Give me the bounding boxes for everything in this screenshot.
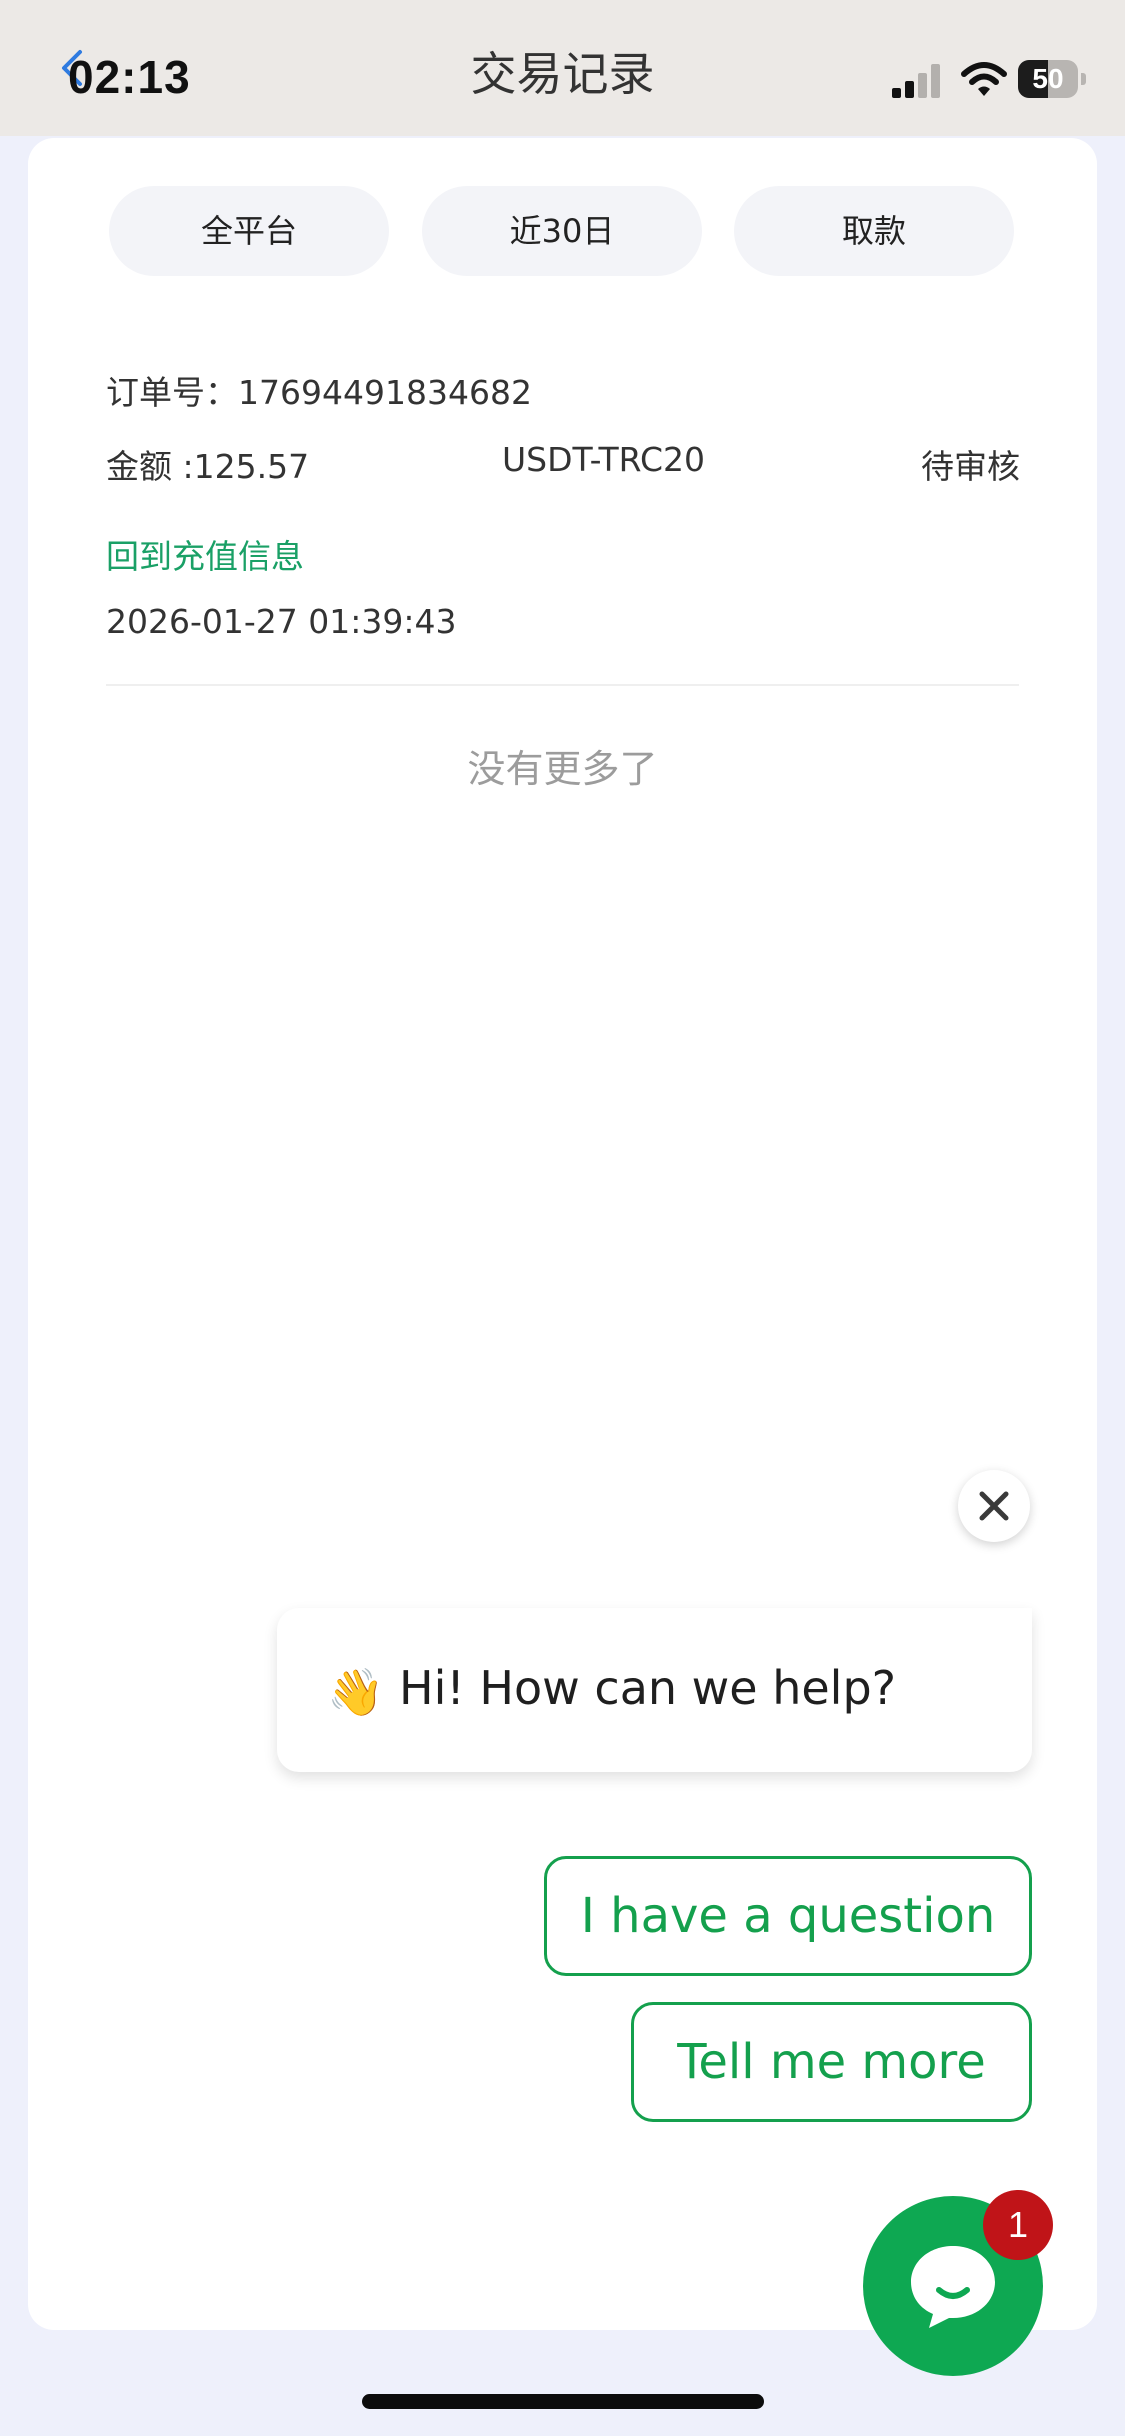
currency: USDT-TRC20 xyxy=(502,440,705,479)
order-number: 17694491834682 xyxy=(238,373,532,412)
wifi-icon xyxy=(961,62,1007,96)
filter-platform[interactable]: 全平台 xyxy=(109,186,389,276)
back-to-deposit-info-link[interactable]: 回到充值信息 xyxy=(106,530,304,578)
navigation-bar: 02:13 交易记录 50 xyxy=(0,0,1125,136)
chat-greeting-bubble: 👋 Hi! How can we help? xyxy=(277,1608,1032,1772)
close-icon xyxy=(979,1491,1009,1521)
battery-icon: 50 xyxy=(1018,60,1088,100)
order-number-label: 订单号： xyxy=(106,373,238,412)
amount-label: 金额 : xyxy=(106,447,194,486)
page-title: 交易记录 xyxy=(470,47,655,101)
order-number-row: 订单号：17694491834682 xyxy=(106,366,532,414)
signal-icon xyxy=(892,64,940,98)
unread-count-badge: 1 xyxy=(983,2190,1053,2260)
filter-date-range[interactable]: 近30日 xyxy=(422,186,702,276)
amount-row: 金额 :125.57 xyxy=(106,440,309,488)
record-datetime: 2026-01-27 01:39:43 xyxy=(106,602,457,641)
list-end-text: 没有更多了 xyxy=(467,747,658,791)
wave-emoji-icon: 👋 xyxy=(327,1665,385,1719)
chat-greeting: Hi! How can we help? xyxy=(399,1661,897,1715)
battery-level: 50 xyxy=(1032,63,1064,94)
close-chat-button[interactable] xyxy=(958,1470,1030,1542)
status-badge: 待审核 xyxy=(921,447,1020,486)
amount-value: 125.57 xyxy=(193,447,310,486)
home-indicator[interactable] xyxy=(362,2394,764,2409)
chat-bubble-icon xyxy=(911,2246,995,2328)
divider xyxy=(106,684,1019,686)
quick-reply-question-button[interactable]: I have a question xyxy=(544,1856,1032,1976)
quick-reply-tell-more-button[interactable]: Tell me more xyxy=(631,2002,1032,2122)
filter-type[interactable]: 取款 xyxy=(734,186,1014,276)
